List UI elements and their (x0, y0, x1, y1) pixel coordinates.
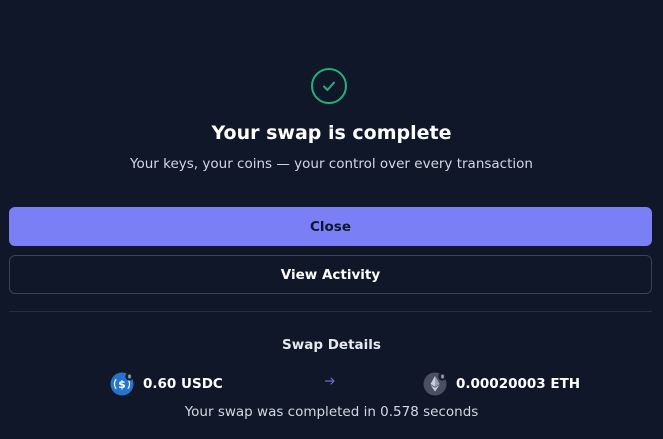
svg-text:$: $ (118, 378, 126, 391)
to-amount: 0.00020003 ETH (456, 376, 581, 392)
page-title: Your swap is complete (211, 122, 452, 144)
swap-details-title: Swap Details (282, 337, 381, 353)
arrow-right-icon (323, 375, 337, 391)
checkmark-icon (323, 81, 335, 91)
divider (9, 311, 652, 312)
check-circle-icon (311, 68, 347, 104)
from-amount: 0.60 USDC (143, 376, 223, 392)
swap-from-token: $ 0.60 USDC (110, 371, 223, 397)
swap-to-token: 0.00020003 ETH (423, 371, 580, 397)
eth-token-icon (423, 372, 447, 396)
page-subtitle: Your keys, your coins — your control ove… (130, 156, 533, 172)
usdc-token-icon: $ (110, 372, 134, 396)
close-button[interactable]: Close (9, 207, 652, 246)
view-activity-button[interactable]: View Activity (9, 255, 652, 294)
completion-note: Your swap was completed in 0.578 seconds (184, 404, 479, 420)
